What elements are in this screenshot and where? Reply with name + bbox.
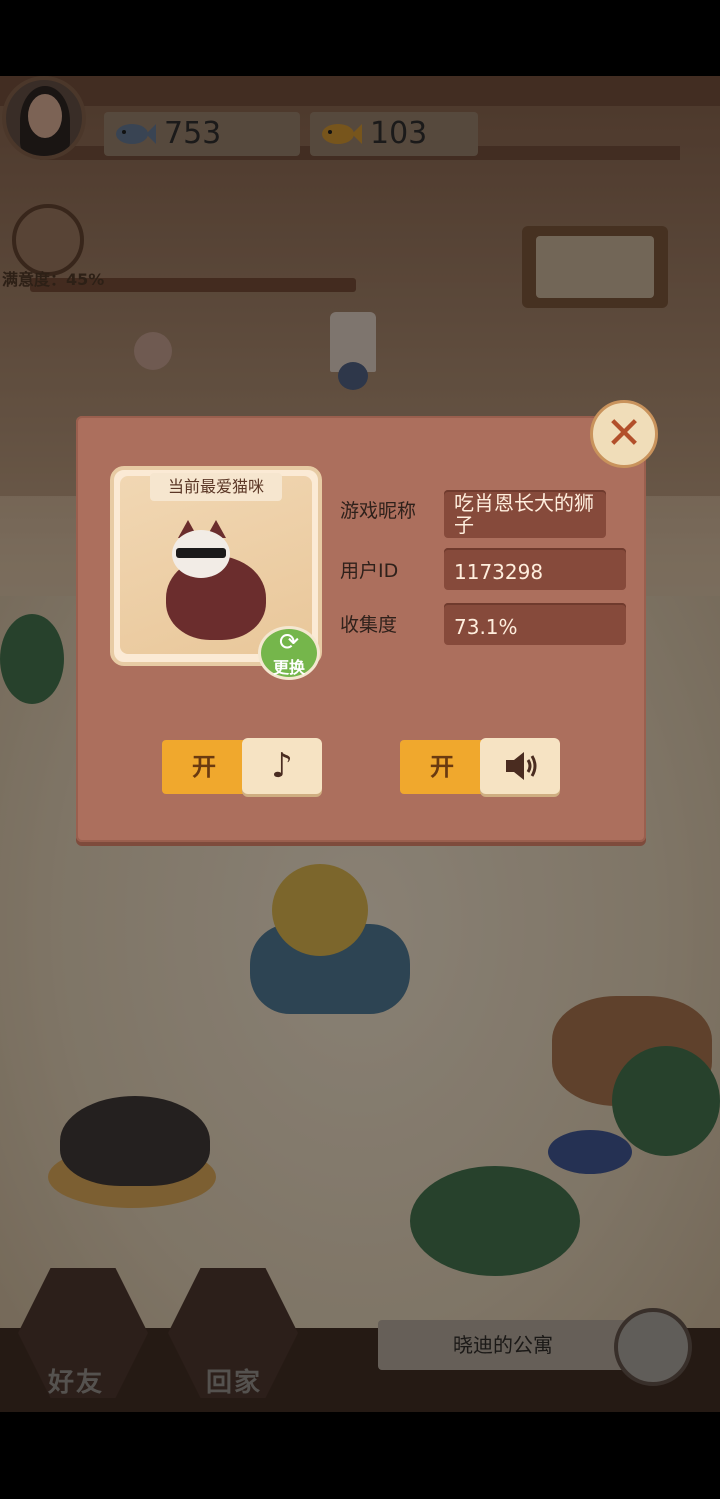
speaker-glyph: [506, 752, 537, 780]
nickname-label: 游戏昵称: [340, 500, 417, 522]
game-screen: 753 103 满意度：45% 好友 回家 晓迪的公寓 ✕ 当前最爱猫咪 ⟳ 更…: [0, 0, 720, 1499]
status-bar: [0, 0, 720, 76]
system-nav-bar: [0, 1412, 720, 1499]
user-id-value: 1173298: [444, 548, 626, 590]
close-icon: ✕: [605, 408, 643, 459]
nickname-value: 吃肖恩长大的狮子: [444, 490, 606, 538]
music-toggle[interactable]: 开 ♪: [162, 738, 322, 794]
speaker-icon[interactable]: [480, 738, 560, 794]
music-note-icon[interactable]: ♪: [242, 738, 322, 794]
refresh-icon: ⟳: [278, 628, 300, 656]
favorite-cat-title: 当前最爱猫咪: [150, 473, 282, 501]
user-id-label: 用户ID: [340, 560, 399, 582]
close-button[interactable]: ✕: [590, 400, 658, 468]
favorite-cat-sunglasses: [176, 548, 226, 558]
sound-toggle[interactable]: 开: [400, 738, 560, 794]
swap-cat-label: 更换: [272, 658, 305, 677]
sound-toggle-state[interactable]: 开: [400, 740, 484, 794]
music-toggle-state[interactable]: 开: [162, 740, 246, 794]
collection-label: 收集度: [340, 614, 398, 636]
collection-value: 73.1%: [444, 603, 626, 645]
